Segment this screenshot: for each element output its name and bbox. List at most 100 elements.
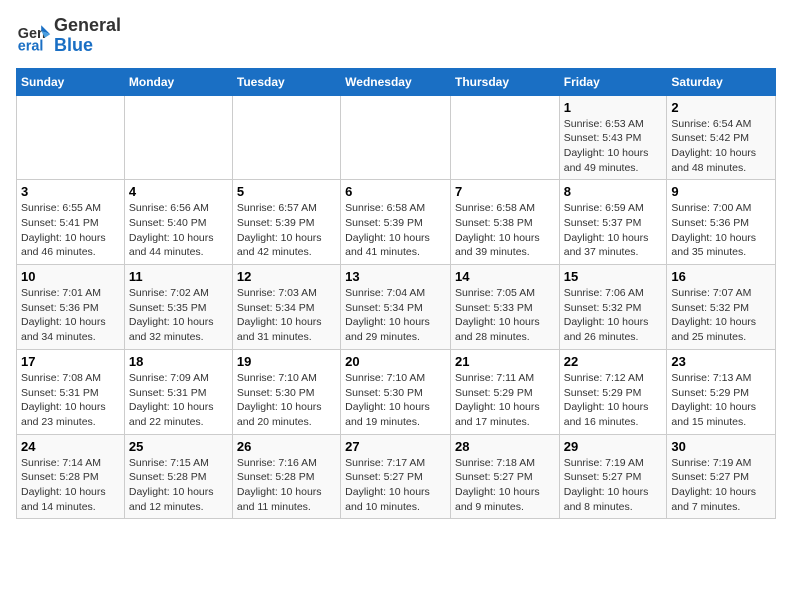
calendar-cell: 9 Sunrise: 7:00 AMSunset: 5:36 PMDaylight… bbox=[667, 180, 776, 265]
day-info: Sunrise: 7:11 AMSunset: 5:29 PMDaylight:… bbox=[455, 371, 555, 430]
calendar-week-1: 1 Sunrise: 6:53 AMSunset: 5:43 PMDaylight… bbox=[17, 95, 776, 180]
day-number: 28 bbox=[455, 439, 555, 454]
day-number: 25 bbox=[129, 439, 228, 454]
calendar-cell: 10Sunrise: 7:01 AMSunset: 5:36 PMDayligh… bbox=[17, 265, 125, 350]
column-header-sunday: Sunday bbox=[17, 68, 125, 95]
day-number: 20 bbox=[345, 354, 446, 369]
day-info: Sunrise: 6:56 AMSunset: 5:40 PMDaylight:… bbox=[129, 201, 228, 260]
calendar-cell: 12 Sunrise: 7:03 AMSunset: 5:34 PMDayligh… bbox=[232, 265, 340, 350]
calendar-cell bbox=[232, 95, 340, 180]
day-number: 9 bbox=[671, 184, 771, 199]
day-number: 18 bbox=[129, 354, 228, 369]
logo-line2: Blue bbox=[54, 36, 121, 56]
calendar-cell bbox=[17, 95, 125, 180]
day-number: 2 bbox=[671, 100, 771, 115]
column-header-saturday: Saturday bbox=[667, 68, 776, 95]
calendar-cell: 23 Sunrise: 7:13 AMSunset: 5:29 PMDayligh… bbox=[667, 349, 776, 434]
day-number: 12 bbox=[237, 269, 336, 284]
calendar-cell: 5Sunrise: 6:57 AMSunset: 5:39 PMDaylight… bbox=[232, 180, 340, 265]
day-number: 5 bbox=[237, 184, 336, 199]
calendar-cell: 16 Sunrise: 7:07 AMSunset: 5:32 PMDayligh… bbox=[667, 265, 776, 350]
calendar-cell: 22 Sunrise: 7:12 AMSunset: 5:29 PMDayligh… bbox=[559, 349, 667, 434]
day-info: Sunrise: 7:12 AMSunset: 5:29 PMDaylight:… bbox=[564, 371, 663, 430]
column-header-friday: Friday bbox=[559, 68, 667, 95]
day-info: Sunrise: 6:54 AMSunset: 5:42 PMDaylight:… bbox=[671, 117, 771, 176]
logo: Gen eral General Blue bbox=[16, 16, 121, 56]
svg-text:eral: eral bbox=[18, 38, 44, 54]
day-info: Sunrise: 6:55 AMSunset: 5:41 PMDaylight:… bbox=[21, 201, 120, 260]
day-number: 8 bbox=[564, 184, 663, 199]
day-info: Sunrise: 7:01 AMSunset: 5:36 PMDaylight:… bbox=[21, 286, 120, 345]
calendar-week-2: 3 Sunrise: 6:55 AMSunset: 5:41 PMDaylight… bbox=[17, 180, 776, 265]
calendar-cell: 14Sunrise: 7:05 AMSunset: 5:33 PMDayligh… bbox=[450, 265, 559, 350]
calendar-cell: 1 Sunrise: 6:53 AMSunset: 5:43 PMDaylight… bbox=[559, 95, 667, 180]
day-info: Sunrise: 7:05 AMSunset: 5:33 PMDaylight:… bbox=[455, 286, 555, 345]
day-info: Sunrise: 7:19 AMSunset: 5:27 PMDaylight:… bbox=[671, 456, 771, 515]
day-number: 21 bbox=[455, 354, 555, 369]
column-header-wednesday: Wednesday bbox=[341, 68, 451, 95]
day-number: 16 bbox=[671, 269, 771, 284]
day-number: 17 bbox=[21, 354, 120, 369]
calendar-cell bbox=[341, 95, 451, 180]
calendar-week-3: 10Sunrise: 7:01 AMSunset: 5:36 PMDayligh… bbox=[17, 265, 776, 350]
day-number: 26 bbox=[237, 439, 336, 454]
day-number: 22 bbox=[564, 354, 663, 369]
day-info: Sunrise: 7:08 AMSunset: 5:31 PMDaylight:… bbox=[21, 371, 120, 430]
calendar-cell: 7Sunrise: 6:58 AMSunset: 5:38 PMDaylight… bbox=[450, 180, 559, 265]
calendar-week-5: 24 Sunrise: 7:14 AMSunset: 5:28 PMDayligh… bbox=[17, 434, 776, 519]
day-number: 23 bbox=[671, 354, 771, 369]
calendar-cell: 11 Sunrise: 7:02 AMSunset: 5:35 PMDayligh… bbox=[124, 265, 232, 350]
day-info: Sunrise: 7:10 AMSunset: 5:30 PMDaylight:… bbox=[345, 371, 446, 430]
day-number: 24 bbox=[21, 439, 120, 454]
calendar-cell: 6 Sunrise: 6:58 AMSunset: 5:39 PMDaylight… bbox=[341, 180, 451, 265]
day-info: Sunrise: 6:58 AMSunset: 5:39 PMDaylight:… bbox=[345, 201, 446, 260]
page-header: Gen eral General Blue bbox=[16, 16, 776, 56]
calendar-cell: 18Sunrise: 7:09 AMSunset: 5:31 PMDayligh… bbox=[124, 349, 232, 434]
day-info: Sunrise: 7:14 AMSunset: 5:28 PMDaylight:… bbox=[21, 456, 120, 515]
day-number: 11 bbox=[129, 269, 228, 284]
day-info: Sunrise: 7:07 AMSunset: 5:32 PMDaylight:… bbox=[671, 286, 771, 345]
calendar-cell: 27 Sunrise: 7:17 AMSunset: 5:27 PMDayligh… bbox=[341, 434, 451, 519]
column-header-monday: Monday bbox=[124, 68, 232, 95]
day-info: Sunrise: 7:13 AMSunset: 5:29 PMDaylight:… bbox=[671, 371, 771, 430]
day-info: Sunrise: 7:03 AMSunset: 5:34 PMDaylight:… bbox=[237, 286, 336, 345]
calendar-cell: 4 Sunrise: 6:56 AMSunset: 5:40 PMDaylight… bbox=[124, 180, 232, 265]
day-number: 6 bbox=[345, 184, 446, 199]
day-number: 3 bbox=[21, 184, 120, 199]
logo-line1: General bbox=[54, 16, 121, 36]
day-info: Sunrise: 7:19 AMSunset: 5:27 PMDaylight:… bbox=[564, 456, 663, 515]
calendar-cell: 8Sunrise: 6:59 AMSunset: 5:37 PMDaylight… bbox=[559, 180, 667, 265]
calendar-cell: 21 Sunrise: 7:11 AMSunset: 5:29 PMDayligh… bbox=[450, 349, 559, 434]
calendar-cell: 28 Sunrise: 7:18 AMSunset: 5:27 PMDayligh… bbox=[450, 434, 559, 519]
day-number: 30 bbox=[671, 439, 771, 454]
day-info: Sunrise: 7:00 AMSunset: 5:36 PMDaylight:… bbox=[671, 201, 771, 260]
day-info: Sunrise: 7:16 AMSunset: 5:28 PMDaylight:… bbox=[237, 456, 336, 515]
day-info: Sunrise: 6:53 AMSunset: 5:43 PMDaylight:… bbox=[564, 117, 663, 176]
day-info: Sunrise: 7:02 AMSunset: 5:35 PMDaylight:… bbox=[129, 286, 228, 345]
logo-icon: Gen eral bbox=[16, 18, 52, 54]
calendar-cell: 25 Sunrise: 7:15 AMSunset: 5:28 PMDayligh… bbox=[124, 434, 232, 519]
column-header-tuesday: Tuesday bbox=[232, 68, 340, 95]
day-info: Sunrise: 7:06 AMSunset: 5:32 PMDaylight:… bbox=[564, 286, 663, 345]
calendar-cell: 17 Sunrise: 7:08 AMSunset: 5:31 PMDayligh… bbox=[17, 349, 125, 434]
day-number: 1 bbox=[564, 100, 663, 115]
day-info: Sunrise: 7:04 AMSunset: 5:34 PMDaylight:… bbox=[345, 286, 446, 345]
day-info: Sunrise: 7:17 AMSunset: 5:27 PMDaylight:… bbox=[345, 456, 446, 515]
header-row: SundayMondayTuesdayWednesdayThursdayFrid… bbox=[17, 68, 776, 95]
calendar-cell bbox=[450, 95, 559, 180]
column-header-thursday: Thursday bbox=[450, 68, 559, 95]
calendar-week-4: 17 Sunrise: 7:08 AMSunset: 5:31 PMDayligh… bbox=[17, 349, 776, 434]
day-number: 27 bbox=[345, 439, 446, 454]
calendar-cell: 2 Sunrise: 6:54 AMSunset: 5:42 PMDaylight… bbox=[667, 95, 776, 180]
calendar-cell bbox=[124, 95, 232, 180]
calendar-cell: 3 Sunrise: 6:55 AMSunset: 5:41 PMDaylight… bbox=[17, 180, 125, 265]
day-number: 4 bbox=[129, 184, 228, 199]
day-info: Sunrise: 7:15 AMSunset: 5:28 PMDaylight:… bbox=[129, 456, 228, 515]
calendar-cell: 29 Sunrise: 7:19 AMSunset: 5:27 PMDayligh… bbox=[559, 434, 667, 519]
day-info: Sunrise: 7:18 AMSunset: 5:27 PMDaylight:… bbox=[455, 456, 555, 515]
calendar-cell: 26 Sunrise: 7:16 AMSunset: 5:28 PMDayligh… bbox=[232, 434, 340, 519]
day-number: 15 bbox=[564, 269, 663, 284]
day-number: 29 bbox=[564, 439, 663, 454]
calendar-cell: 15 Sunrise: 7:06 AMSunset: 5:32 PMDayligh… bbox=[559, 265, 667, 350]
day-number: 13 bbox=[345, 269, 446, 284]
